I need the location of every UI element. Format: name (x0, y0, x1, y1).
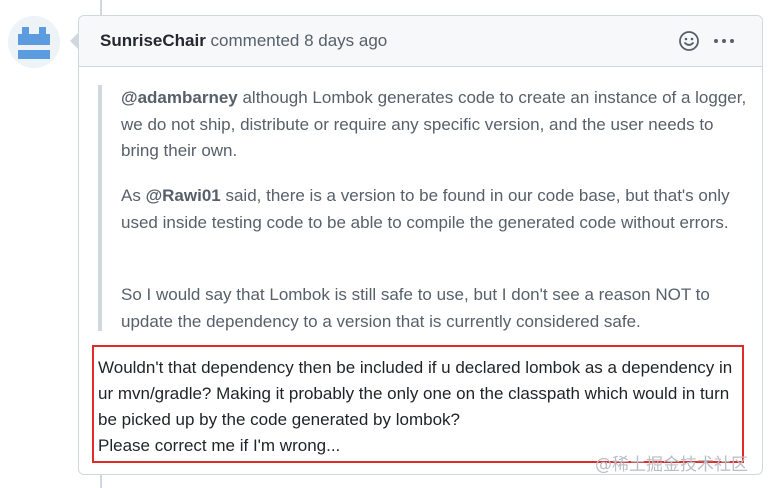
quote-paragraph-1: @adambarney although Lombok generates co… (121, 85, 751, 165)
comment-header-text: SunriseChair commented 8 days ago (100, 31, 387, 51)
mention-adambarney[interactable]: @adambarney (121, 88, 238, 107)
smiley-icon[interactable] (677, 29, 701, 53)
comment-timestamp[interactable]: commented 8 days ago (211, 31, 388, 50)
kebab-horizontal-icon[interactable] (711, 28, 737, 54)
avatar[interactable] (8, 16, 60, 68)
quote-paragraph-2: As @Rawi01 said, there is a version to b… (121, 183, 751, 236)
reply-text: Wouldn't that dependency then be include… (98, 355, 746, 459)
reply-line-1: Wouldn't that dependency then be include… (98, 358, 733, 429)
blockquote-bar (98, 85, 102, 331)
mention-rawi01[interactable]: @Rawi01 (146, 186, 221, 205)
avatar-identicon (8, 16, 60, 68)
watermark: @稀土掘金技术社区 (595, 455, 748, 475)
quote-prefix-2: As (121, 186, 146, 205)
quote-paragraph-3: So I would say that Lombok is still safe… (121, 285, 710, 331)
author-link[interactable]: SunriseChair (100, 31, 206, 50)
comment-header: SunriseChair commented 8 days ago (79, 16, 762, 67)
comment-caret (70, 33, 78, 49)
comment-box: SunriseChair commented 8 days ago @adamb… (78, 15, 763, 475)
